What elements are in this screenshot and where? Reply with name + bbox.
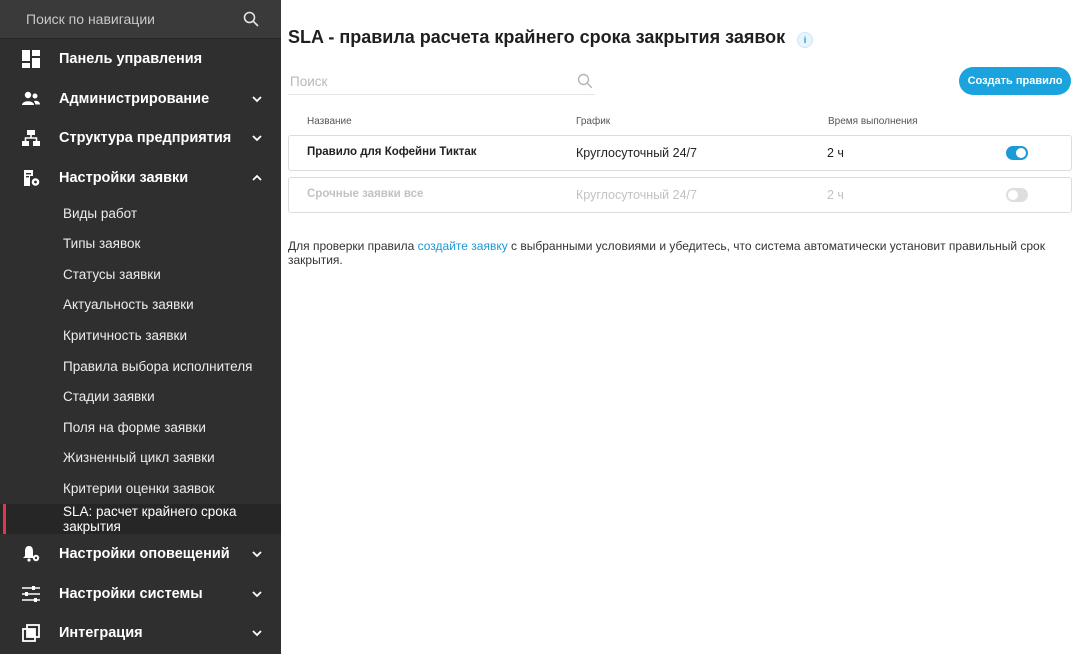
chevron-down-icon: [250, 131, 264, 145]
toggle-knob: [1016, 148, 1026, 158]
rule-enabled-toggle[interactable]: [1006, 188, 1028, 202]
sidebar-item-label: Виды работ: [63, 205, 138, 221]
nav-group-integration[interactable]: Интеграция: [0, 614, 281, 652]
nav-group-org-structure[interactable]: Структура предприятия: [0, 119, 281, 157]
nav-group-label: Структура предприятия: [59, 130, 232, 146]
table-row[interactable]: Правило для Кофейни Тиктак Круглосуточны…: [288, 135, 1072, 171]
integration-icon: [20, 622, 42, 644]
search-icon[interactable]: [243, 11, 259, 27]
create-rule-button[interactable]: Создать правило: [959, 67, 1071, 95]
sidebar-item-label: Статусы заявки: [63, 266, 161, 282]
sidebar: Панель управления Администрирование Стру…: [0, 0, 281, 654]
users-icon: [20, 88, 42, 110]
rule-schedule: Круглосуточный 24/7: [576, 188, 697, 202]
help-text-before: Для проверки правила: [288, 239, 418, 253]
sidebar-item-assignee-rules[interactable]: Правила выбора исполнителя: [0, 351, 281, 381]
sliders-icon: [20, 583, 42, 605]
chevron-up-icon: [250, 171, 264, 185]
sidebar-item-request-types[interactable]: Типы заявок: [0, 228, 281, 258]
sidebar-item-label: Критерии оценки заявок: [63, 480, 215, 496]
sidebar-item-label: Поля на форме заявки: [63, 419, 206, 435]
sidebar-item-rating-criteria[interactable]: Критерии оценки заявок: [0, 473, 281, 503]
org-structure-icon: [20, 127, 42, 149]
active-marker: [3, 504, 6, 534]
sidebar-item-label: Типы заявок: [63, 235, 141, 251]
page-title: SLA - правила расчета крайнего срока зак…: [288, 27, 786, 47]
nav-group-dashboard[interactable]: Панель управления: [0, 40, 281, 78]
chevron-down-icon: [250, 626, 264, 640]
nav-group-label: Администрирование: [59, 91, 210, 107]
column-header-schedule: График: [576, 116, 611, 127]
nav-group-label: Настройки заявки: [59, 170, 189, 186]
request-settings-icon: [20, 167, 42, 189]
rule-name: Срочные заявки все: [307, 188, 424, 200]
chevron-down-icon: [250, 92, 264, 106]
sidebar-item-label: Актуальность заявки: [63, 296, 194, 312]
sidebar-item-lifecycle[interactable]: Жизненный цикл заявки: [0, 442, 281, 472]
column-header-duration: Время выполнения: [828, 116, 918, 127]
sidebar-item-label: Жизненный цикл заявки: [63, 449, 215, 465]
rule-duration: 2 ч: [827, 146, 844, 160]
sidebar-item-form-fields[interactable]: Поля на форме заявки: [0, 412, 281, 442]
rules-search-input[interactable]: [288, 72, 577, 90]
sidebar-item-request-relevance[interactable]: Актуальность заявки: [0, 289, 281, 319]
nav-search: [0, 0, 281, 39]
info-icon[interactable]: i: [797, 32, 813, 48]
table-row[interactable]: Срочные заявки все Круглосуточный 24/7 2…: [288, 177, 1072, 213]
nav-group-label: Интеграция: [59, 625, 143, 641]
chevron-down-icon: [250, 587, 264, 601]
rule-enabled-toggle[interactable]: [1006, 146, 1028, 160]
nav-group-administration[interactable]: Администрирование: [0, 80, 281, 118]
search-icon[interactable]: [577, 73, 593, 89]
nav-group-label: Настройки системы: [59, 586, 203, 602]
dashboard-icon: [20, 48, 42, 70]
sidebar-item-label: Стадии заявки: [63, 388, 155, 404]
chevron-down-icon: [250, 547, 264, 561]
toggle-knob: [1008, 190, 1018, 200]
sidebar-item-label: Критичность заявки: [63, 327, 187, 343]
nav-group-label: Панель управления: [59, 51, 203, 67]
sidebar-item-request-criticality[interactable]: Критичность заявки: [0, 320, 281, 350]
rule-duration: 2 ч: [827, 188, 844, 202]
nav-group-system-settings[interactable]: Настройки системы: [0, 575, 281, 613]
main-content: SLA - правила расчета крайнего срока зак…: [281, 0, 1075, 654]
sidebar-item-sla[interactable]: SLA: расчет крайнего срока закрытия: [0, 504, 281, 534]
sidebar-item-label: SLA: расчет крайнего срока закрытия: [63, 504, 237, 534]
rules-search: [288, 68, 595, 95]
rule-name: Правило для Кофейни Тиктак: [307, 146, 477, 158]
sidebar-item-work-types[interactable]: Виды работ: [0, 198, 281, 228]
nav-group-request-settings[interactable]: Настройки заявки: [0, 159, 281, 197]
bell-settings-icon: [20, 543, 42, 565]
sidebar-item-request-stages[interactable]: Стадии заявки: [0, 381, 281, 411]
create-request-link[interactable]: создайте заявку: [418, 239, 508, 253]
sidebar-item-label: Правила выбора исполнителя: [63, 358, 253, 374]
help-text: Для проверки правила создайте заявку с в…: [288, 239, 1048, 267]
nav-group-notification-settings[interactable]: Настройки оповещений: [0, 535, 281, 573]
nav-group-label: Настройки оповещений: [59, 546, 230, 562]
rule-schedule: Круглосуточный 24/7: [576, 146, 697, 160]
sidebar-item-request-statuses[interactable]: Статусы заявки: [0, 259, 281, 289]
nav-search-input[interactable]: [24, 10, 243, 28]
column-header-name: Название: [307, 116, 352, 127]
